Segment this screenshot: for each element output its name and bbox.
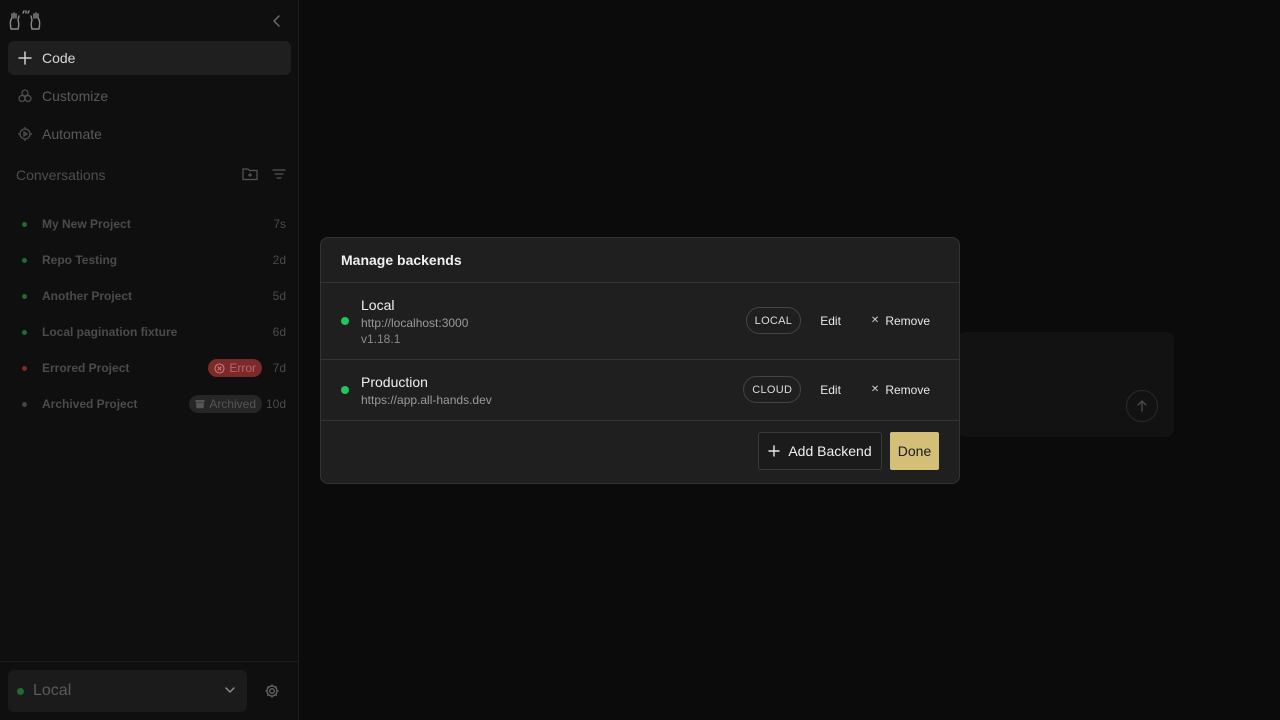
- close-icon: ✕: [870, 384, 880, 395]
- edit-button[interactable]: Edit: [811, 376, 850, 403]
- conversation-item[interactable]: Errored Project Error 7d: [16, 350, 286, 386]
- status-dot: [22, 329, 27, 335]
- arrow-up-icon: [1137, 400, 1147, 412]
- status-dot: [22, 365, 27, 371]
- conversation-list: My New Project 7s Repo Testing 2d Anothe…: [16, 206, 286, 422]
- conversation-name: Errored Project: [42, 361, 130, 375]
- conversation-item[interactable]: Archived Project Archived 10d: [16, 386, 286, 422]
- backend-row-production: Production https://app.all-hands.dev CLO…: [321, 360, 959, 421]
- backend-type-badge: CLOUD: [743, 376, 802, 403]
- conversation-name: My New Project: [42, 217, 131, 231]
- backend-status-dot: [341, 317, 349, 325]
- conversation-time: 10d: [265, 397, 286, 411]
- conversation-time: 6d: [272, 325, 286, 339]
- send-button[interactable]: [1126, 390, 1158, 422]
- add-backend-label: Add Backend: [788, 443, 872, 459]
- done-button[interactable]: Done: [890, 432, 939, 470]
- backend-status-dot: [17, 687, 24, 695]
- archive-box-icon: [195, 400, 205, 409]
- conversation-time: 2d: [272, 253, 286, 267]
- conversation-item[interactable]: Another Project 5d: [16, 278, 286, 314]
- backend-selector[interactable]: Local: [8, 670, 247, 712]
- conversations-header: Conversations: [16, 166, 286, 184]
- error-badge-label: Error: [229, 361, 256, 375]
- conversation-name: Another Project: [42, 289, 133, 303]
- conversation-time: 7s: [273, 217, 286, 231]
- nav-automate-button[interactable]: Automate: [8, 117, 291, 151]
- nav-customize-label: Customize: [42, 88, 109, 104]
- remove-label: Remove: [885, 313, 930, 328]
- remove-button[interactable]: ✕ Remove: [862, 307, 939, 334]
- status-dot: [22, 401, 27, 407]
- archived-badge-label: Archived: [209, 397, 256, 411]
- backend-type-badge: LOCAL: [745, 307, 802, 334]
- conversation-time: 5d: [272, 289, 286, 303]
- automate-icon: [17, 126, 33, 142]
- backend-selector-label: Local: [33, 682, 72, 699]
- remove-label: Remove: [885, 382, 930, 397]
- error-badge: Error: [208, 359, 262, 377]
- logo-hands-icon[interactable]: [8, 10, 42, 32]
- error-circle-icon: [214, 362, 225, 374]
- new-folder-icon[interactable]: [242, 167, 258, 184]
- sidebar: Code Customize Automate Conversations My…: [0, 0, 299, 720]
- backend-status-dot: [341, 386, 349, 394]
- filter-icon[interactable]: [272, 167, 286, 184]
- status-dot: [22, 293, 27, 299]
- settings-gear-icon[interactable]: [264, 683, 280, 699]
- nav-code-button[interactable]: Code: [8, 41, 291, 75]
- conversation-item[interactable]: Local pagination fixture 6d: [16, 314, 286, 350]
- conversation-item[interactable]: My New Project 7s: [16, 206, 286, 242]
- nav-automate-label: Automate: [42, 126, 102, 142]
- sidebar-divider: [0, 661, 299, 662]
- modal-footer: Add Backend Done: [321, 420, 959, 483]
- modal-title: Manage backends: [321, 238, 959, 283]
- plus-icon: [768, 445, 781, 457]
- customize-icon: [17, 88, 33, 104]
- manage-backends-modal: Manage backends Local http://localhost:3…: [320, 237, 960, 484]
- nav-code-label: Code: [42, 50, 76, 66]
- remove-button[interactable]: ✕ Remove: [862, 376, 939, 403]
- conversations-title: Conversations: [16, 167, 106, 183]
- add-backend-button[interactable]: Add Backend: [758, 432, 882, 470]
- status-dot: [22, 257, 27, 263]
- nav-customize-button[interactable]: Customize: [8, 79, 291, 113]
- plus-icon: [17, 50, 33, 66]
- backend-actions: CLOUD Edit ✕ Remove: [743, 376, 939, 403]
- conversation-name: Repo Testing: [42, 253, 118, 267]
- backend-version: v1.18.1: [361, 332, 401, 346]
- chevron-down-icon: [223, 683, 237, 702]
- collapse-sidebar-icon[interactable]: [268, 12, 286, 30]
- conversation-name: Archived Project: [42, 397, 138, 411]
- status-dot: [22, 221, 27, 227]
- close-icon: ✕: [870, 315, 880, 326]
- edit-button[interactable]: Edit: [811, 307, 850, 334]
- archived-badge: Archived: [189, 395, 262, 413]
- backend-actions: LOCAL Edit ✕ Remove: [745, 307, 939, 334]
- backend-row-local: Local http://localhost:3000 v1.18.1 LOCA…: [321, 283, 959, 360]
- conversation-time: 7d: [272, 361, 286, 375]
- conversation-name: Local pagination fixture: [42, 325, 178, 339]
- conversation-item[interactable]: Repo Testing 2d: [16, 242, 286, 278]
